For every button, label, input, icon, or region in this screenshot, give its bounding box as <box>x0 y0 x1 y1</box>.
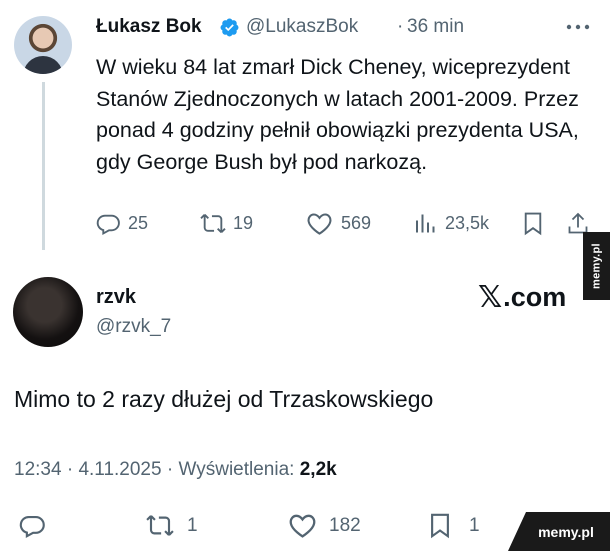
reply-reply-button[interactable] <box>19 512 46 539</box>
heart-icon <box>307 213 332 235</box>
views-button[interactable]: 23,5k <box>413 211 489 236</box>
views-icon <box>416 214 435 233</box>
repost-button[interactable]: 19 <box>199 211 253 236</box>
view-count: 23,5k <box>445 213 490 233</box>
meta-sep-1: · <box>61 459 79 480</box>
reply-author-handle[interactable]: @rzvk_7 <box>96 316 171 338</box>
repost-count: 19 <box>233 213 254 233</box>
reply-bookmark-count: 1 <box>469 514 480 536</box>
reply-bookmark-button[interactable]: 1 <box>428 512 480 539</box>
repost-icon <box>146 515 174 536</box>
bookmark-button[interactable] <box>522 211 544 236</box>
views-label: Wyświetlenia: <box>178 459 295 480</box>
author-avatar[interactable] <box>14 16 72 74</box>
bookmark-icon <box>524 212 542 236</box>
reply-like-count: 182 <box>329 514 361 536</box>
x-logo-icon: 𝕏 <box>478 280 503 314</box>
tweet-text: W wieku 84 lat zmarł Dick Cheney, wicepr… <box>96 55 579 174</box>
x-com-logo: 𝕏. com <box>478 282 566 313</box>
reply-button[interactable]: 25 <box>96 211 148 236</box>
reply-author-avatar[interactable] <box>13 277 83 347</box>
watermark-side: memy.pl <box>583 232 610 300</box>
more-icon[interactable] <box>566 24 590 30</box>
watermark-corner: memy.pl <box>508 512 610 551</box>
verified-badge-icon <box>220 18 239 37</box>
author-handle[interactable]: @LukaszBok <box>246 16 358 38</box>
separator-dot: · <box>397 16 404 37</box>
x-com-text: com <box>510 282 567 312</box>
thread-line <box>42 82 45 250</box>
meta-sep-2: · <box>161 459 179 480</box>
reply-icon <box>19 515 45 538</box>
like-count: 569 <box>341 213 372 233</box>
tweet-meta: 12:34 · 4.11.2025 · Wyświetlenia: 2,2k <box>14 459 337 481</box>
repost-icon <box>200 213 226 234</box>
reply-repost-count: 1 <box>187 514 198 536</box>
views-count: 2,2k <box>299 459 337 480</box>
reply-icon <box>96 214 120 235</box>
author-name[interactable]: Łukasz Bok <box>96 16 202 38</box>
reply-text: Mimo to 2 razy dłużej od Trzaskowskiego <box>14 386 434 412</box>
meta-time[interactable]: 12:34 <box>14 459 62 481</box>
heart-icon <box>289 514 316 538</box>
meta-date[interactable]: 4.11.2025 <box>78 459 161 481</box>
reply-repost-button[interactable]: 1 <box>145 512 198 539</box>
bookmark-icon <box>431 513 449 539</box>
reply-count: 25 <box>128 213 149 233</box>
reply-like-button[interactable]: 182 <box>288 512 361 539</box>
like-button[interactable]: 569 <box>306 211 371 236</box>
x-com-dot: . <box>503 282 511 312</box>
tweet-time[interactable]: 36 min <box>407 16 464 38</box>
reply-author-name[interactable]: rzvk <box>96 286 136 309</box>
